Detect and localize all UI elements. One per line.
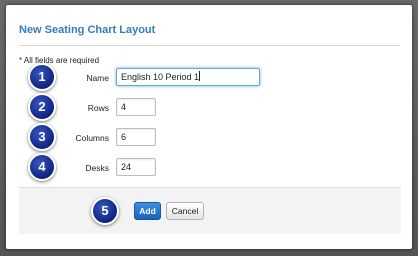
step-5-badge: 5 xyxy=(91,197,119,225)
new-seating-chart-dialog: New Seating Chart Layout * All fields ar… xyxy=(6,5,412,249)
dialog-footer: 5 Add Cancel xyxy=(19,187,401,234)
columns-label: Columns xyxy=(75,133,109,143)
text-caret xyxy=(199,71,201,81)
rows-input[interactable]: 4 xyxy=(116,98,156,116)
rows-label: Rows xyxy=(87,103,109,113)
name-input-value: English 10 Period 1 xyxy=(121,72,200,82)
dialog-title: New Seating Chart Layout xyxy=(19,24,156,36)
title-divider xyxy=(19,45,400,46)
required-fields-note: * All fields are required xyxy=(19,56,100,65)
cancel-button[interactable]: Cancel xyxy=(166,202,204,220)
name-label: Name xyxy=(86,73,109,83)
name-input[interactable]: English 10 Period 1 xyxy=(116,68,260,86)
desks-label: Desks xyxy=(85,163,109,173)
add-button[interactable]: Add xyxy=(134,202,161,220)
desks-input[interactable]: 24 xyxy=(116,158,156,176)
columns-input[interactable]: 6 xyxy=(116,128,156,146)
